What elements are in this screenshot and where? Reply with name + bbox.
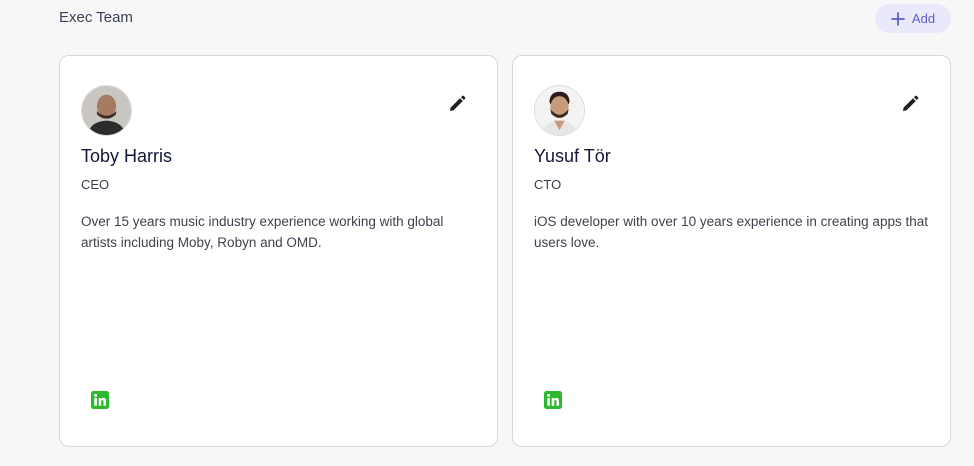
member-role: CEO: [81, 177, 110, 192]
section-title: Exec Team: [59, 9, 133, 26]
member-card: Yusuf Tör CTO iOS developer with over 10…: [512, 55, 951, 447]
member-name: Toby Harris: [81, 146, 173, 166]
member-bio: Over 15 years music industry experience …: [81, 214, 444, 250]
member-role: CTO: [534, 177, 562, 192]
plus-icon: [891, 11, 905, 26]
pencil-icon[interactable]: [447, 94, 467, 114]
member-name: Yusuf Tör: [534, 146, 611, 166]
member-card: Toby Harris CEO Over 15 years music indu…: [59, 55, 498, 447]
pencil-icon[interactable]: [900, 94, 920, 114]
avatar: [81, 85, 132, 136]
add-button-label: Add: [911, 11, 936, 26]
linkedin-icon[interactable]: [91, 391, 109, 409]
add-member-button[interactable]: Add: [875, 4, 951, 33]
avatar: [534, 85, 585, 136]
linkedin-icon[interactable]: [544, 391, 562, 409]
member-bio: iOS developer with over 10 years experie…: [534, 214, 928, 250]
